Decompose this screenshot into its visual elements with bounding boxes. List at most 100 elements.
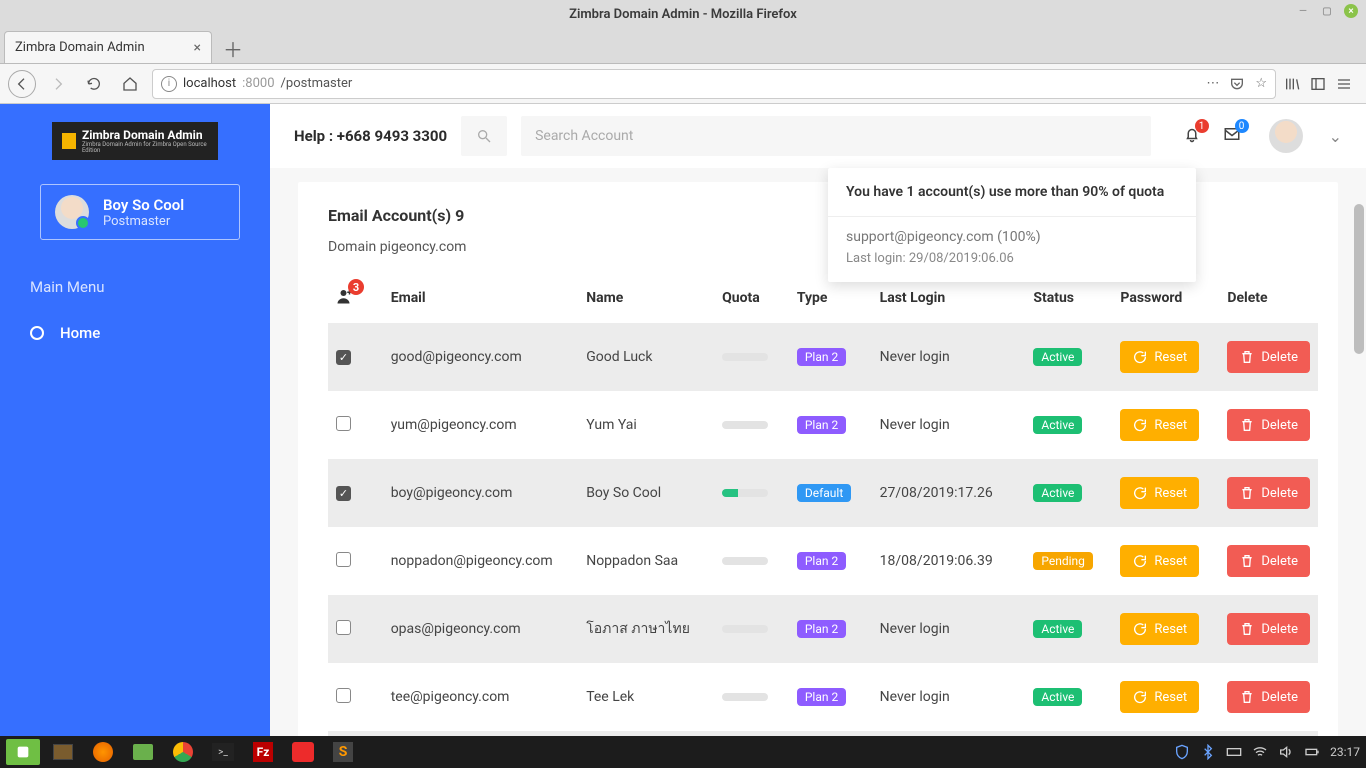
table-row: youme@pigeoncy.comYou มีPlan 2Never logi… (328, 731, 1318, 736)
row-checkbox[interactable] (336, 688, 351, 703)
domain-value: pigeoncy.com (380, 239, 467, 255)
wifi-icon[interactable] (1252, 744, 1268, 760)
status-badge: Active (1033, 484, 1082, 502)
keyboard-icon[interactable] (1226, 744, 1242, 760)
messages-button[interactable]: 0 (1223, 125, 1241, 147)
user-header-badge: 3 (348, 279, 364, 295)
cell-delete: Delete (1219, 595, 1318, 663)
bookmark-star-icon[interactable]: ☆ (1255, 76, 1267, 92)
taskbar-files[interactable] (126, 739, 160, 765)
taskbar-sublime[interactable]: S (326, 739, 360, 765)
reset-button[interactable]: Reset (1120, 681, 1199, 713)
home-icon (122, 76, 138, 92)
refresh-icon (1132, 485, 1148, 501)
address-bar[interactable]: i localhost:8000/postmaster ⋯ ☆ (152, 69, 1276, 99)
user-name: Boy So Cool (103, 196, 184, 214)
delete-button[interactable]: Delete (1227, 681, 1310, 713)
row-checkbox[interactable]: ✓ (336, 486, 351, 501)
status-badge: Active (1033, 620, 1082, 638)
taskbar-chrome[interactable] (166, 739, 200, 765)
reset-button[interactable]: Reset (1120, 545, 1199, 577)
cell-status: Active (1025, 323, 1112, 391)
library-icon[interactable] (1284, 76, 1300, 92)
forward-button[interactable] (44, 70, 72, 98)
back-button[interactable] (8, 70, 36, 98)
notifications-button[interactable]: 1 (1183, 125, 1201, 147)
reset-button[interactable]: Reset (1120, 613, 1199, 645)
cell-email: opas@pigeoncy.com (383, 595, 579, 663)
volume-icon[interactable] (1278, 744, 1294, 760)
brand-title: Zimbra Domain Admin (82, 128, 208, 142)
start-menu-button[interactable] (6, 739, 40, 765)
table-row: tee@pigeoncy.comTee LekPlan 2Never login… (328, 663, 1318, 731)
page-body: Zimbra Domain Admin Zimbra Domain Admin … (0, 104, 1366, 736)
window-maximize-button[interactable]: ▢ (1320, 4, 1334, 18)
menu-header: Main Menu (30, 278, 270, 296)
pocket-icon[interactable] (1229, 76, 1245, 92)
cell-name: Yum Yai (578, 391, 714, 459)
user-card[interactable]: Boy So Cool Postmaster (40, 184, 240, 240)
cell-last-login: 18/08/2019:06.39 (872, 527, 1026, 595)
address-host: localhost (183, 76, 236, 91)
cell-quota (714, 595, 789, 663)
taskbar-app-red[interactable] (286, 739, 320, 765)
window-minimize-button[interactable]: — (1296, 4, 1310, 18)
card-title-prefix: Email Account(s) (328, 206, 455, 225)
hamburger-menu-icon[interactable] (1336, 76, 1352, 92)
top-avatar[interactable] (1269, 119, 1303, 153)
cell-delete: Delete (1219, 527, 1318, 595)
type-tag: Plan 2 (797, 348, 846, 366)
window-close-button[interactable]: × (1344, 4, 1358, 18)
delete-button[interactable]: Delete (1227, 545, 1310, 577)
taskbar-terminal[interactable]: >_ (206, 739, 240, 765)
scrollbar-thumb[interactable] (1354, 204, 1364, 354)
row-checkbox[interactable] (336, 416, 351, 431)
refresh-icon (1132, 689, 1148, 705)
delete-button[interactable]: Delete (1227, 341, 1310, 373)
brand-logo: Zimbra Domain Admin Zimbra Domain Admin … (52, 122, 218, 160)
delete-button[interactable]: Delete (1227, 613, 1310, 645)
main-area: Help : +668 9493 3300 1 0 ⌄ You have 1 (270, 104, 1366, 736)
row-checkbox[interactable] (336, 552, 351, 567)
reset-button[interactable]: Reset (1120, 477, 1199, 509)
clock[interactable]: 23:17 (1330, 745, 1360, 759)
cell-email: good@pigeoncy.com (383, 323, 579, 391)
cell-password: Reset (1112, 663, 1219, 731)
reload-button[interactable] (80, 70, 108, 98)
sidebar-item-home[interactable]: Home (30, 324, 270, 342)
cell-password: Reset (1112, 731, 1219, 736)
browser-tab[interactable]: Zimbra Domain Admin × (4, 31, 212, 63)
trash-icon (1239, 349, 1255, 365)
taskbar-firefox[interactable] (86, 739, 120, 765)
table-row: ✓good@pigeoncy.comGood LuckPlan 2Never l… (328, 323, 1318, 391)
reset-button[interactable]: Reset (1120, 409, 1199, 441)
site-info-icon[interactable]: i (161, 76, 177, 92)
app-sidebar: Zimbra Domain Admin Zimbra Domain Admin … (0, 104, 270, 736)
taskbar-filezilla[interactable]: Fz (246, 739, 280, 765)
sidebar-icon[interactable] (1310, 76, 1326, 92)
search-button[interactable] (461, 116, 507, 156)
home-button[interactable] (116, 70, 144, 98)
page-actions-icon[interactable]: ⋯ (1206, 76, 1219, 92)
search-input[interactable] (521, 116, 1151, 156)
trash-icon (1239, 689, 1255, 705)
taskbar-show-desktop[interactable] (46, 739, 80, 765)
popover-item[interactable]: support@pigeoncy.com (100%) Last login: … (828, 217, 1196, 282)
type-tag: Plan 2 (797, 552, 846, 570)
row-checkbox[interactable]: ✓ (336, 350, 351, 365)
delete-button[interactable]: Delete (1227, 409, 1310, 441)
user-role: Postmaster (103, 214, 184, 229)
cell-password: Reset (1112, 391, 1219, 459)
tab-close-button[interactable]: × (194, 40, 201, 56)
cell-delete: Delete (1219, 663, 1318, 731)
reset-button[interactable]: Reset (1120, 341, 1199, 373)
refresh-icon (1132, 349, 1148, 365)
new-tab-button[interactable]: ＋ (218, 33, 248, 63)
delete-button[interactable]: Delete (1227, 477, 1310, 509)
bluetooth-icon[interactable] (1200, 744, 1216, 760)
row-checkbox[interactable] (336, 620, 351, 635)
shield-icon[interactable] (1174, 744, 1190, 760)
chevron-down-icon[interactable]: ⌄ (1329, 127, 1342, 146)
battery-icon[interactable] (1304, 744, 1320, 760)
quota-popover: You have 1 account(s) use more than 90% … (828, 168, 1196, 282)
